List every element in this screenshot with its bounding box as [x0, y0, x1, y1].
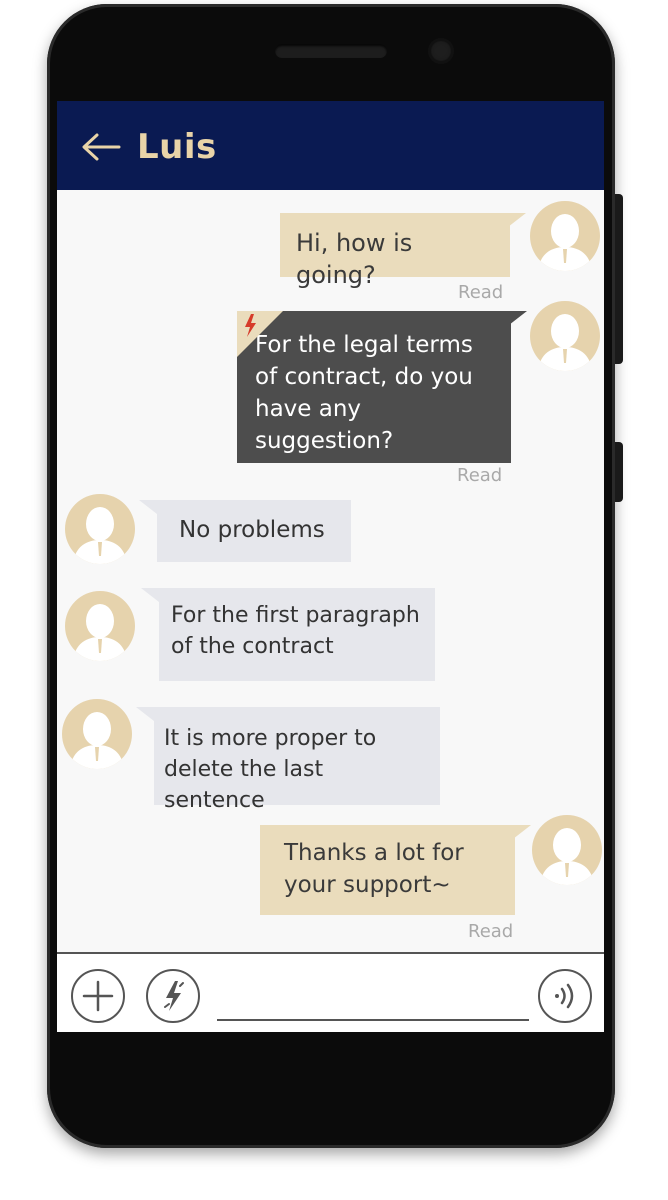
avatar[interactable] — [530, 201, 600, 271]
message-bubble-flash[interactable]: For the legal terms of contract, do you … — [237, 311, 511, 463]
message-text-line: It is more proper to — [164, 726, 377, 751]
input-underline — [217, 1019, 529, 1021]
message-bubble-outgoing[interactable]: Hi, how is going? — [280, 213, 510, 289]
read-status: Read — [458, 282, 504, 303]
user-silhouette-icon — [70, 712, 124, 769]
add-button[interactable] — [71, 969, 125, 1023]
earpiece-speaker — [275, 44, 387, 58]
avatar[interactable] — [62, 699, 132, 769]
user-silhouette-icon — [538, 214, 592, 271]
front-camera — [428, 38, 454, 64]
user-silhouette-icon — [73, 507, 127, 564]
message-text-line: Thanks a lot for — [284, 840, 464, 866]
bubble-tail — [136, 707, 154, 721]
flash-badge-icon — [237, 311, 283, 357]
plus-icon — [82, 980, 114, 1012]
arrow-left-icon[interactable] — [81, 132, 121, 162]
user-silhouette-icon — [540, 828, 594, 885]
voice-button[interactable] — [538, 969, 592, 1023]
user-silhouette-icon — [73, 604, 127, 661]
user-silhouette-icon — [538, 314, 592, 371]
message-input-bar — [57, 952, 604, 1032]
avatar[interactable] — [532, 815, 602, 885]
bubble-tail — [141, 588, 159, 602]
bubble-tail — [509, 311, 527, 325]
volume-button — [615, 194, 623, 364]
bubble-tail — [513, 825, 531, 839]
chat-screen: Luis Hi, how is going? Read For the lega… — [57, 101, 604, 1032]
bubble-tail — [508, 213, 526, 227]
avatar[interactable] — [65, 494, 135, 564]
lightning-icon — [164, 981, 184, 1011]
message-text-line: For the first paragraph — [171, 603, 420, 628]
message-text-line: your support~ — [284, 872, 451, 898]
message-text-line: have any suggestion? — [255, 396, 394, 454]
message-bubble-outgoing[interactable]: Thanks a lot for your support~ — [260, 825, 515, 915]
message-input[interactable] — [217, 976, 533, 1018]
message-bubble-incoming[interactable]: For the first paragraph of the contract — [159, 588, 435, 681]
contact-name: Luis — [137, 127, 217, 167]
message-text-line: delete the last sentence — [164, 757, 324, 813]
message-text-line: of the contract — [171, 634, 334, 659]
avatar[interactable] — [530, 301, 600, 371]
chat-header: Luis — [57, 101, 604, 190]
message-text: Hi, how is going? — [296, 229, 413, 289]
sound-waves-icon — [555, 983, 574, 1009]
bubble-tail — [139, 500, 157, 514]
read-status: Read — [468, 921, 514, 942]
message-text-line: of contract, do you — [255, 364, 473, 390]
flash-message-button[interactable] — [146, 969, 200, 1023]
power-button — [615, 442, 623, 502]
message-bubble-incoming[interactable]: It is more proper to delete the last sen… — [154, 707, 440, 813]
message-bubble-incoming[interactable]: No problems — [157, 500, 351, 562]
message-text: No problems — [179, 517, 325, 543]
read-status: Read — [457, 465, 503, 486]
message-text-line: For the legal terms — [255, 332, 473, 358]
avatar[interactable] — [65, 591, 135, 661]
